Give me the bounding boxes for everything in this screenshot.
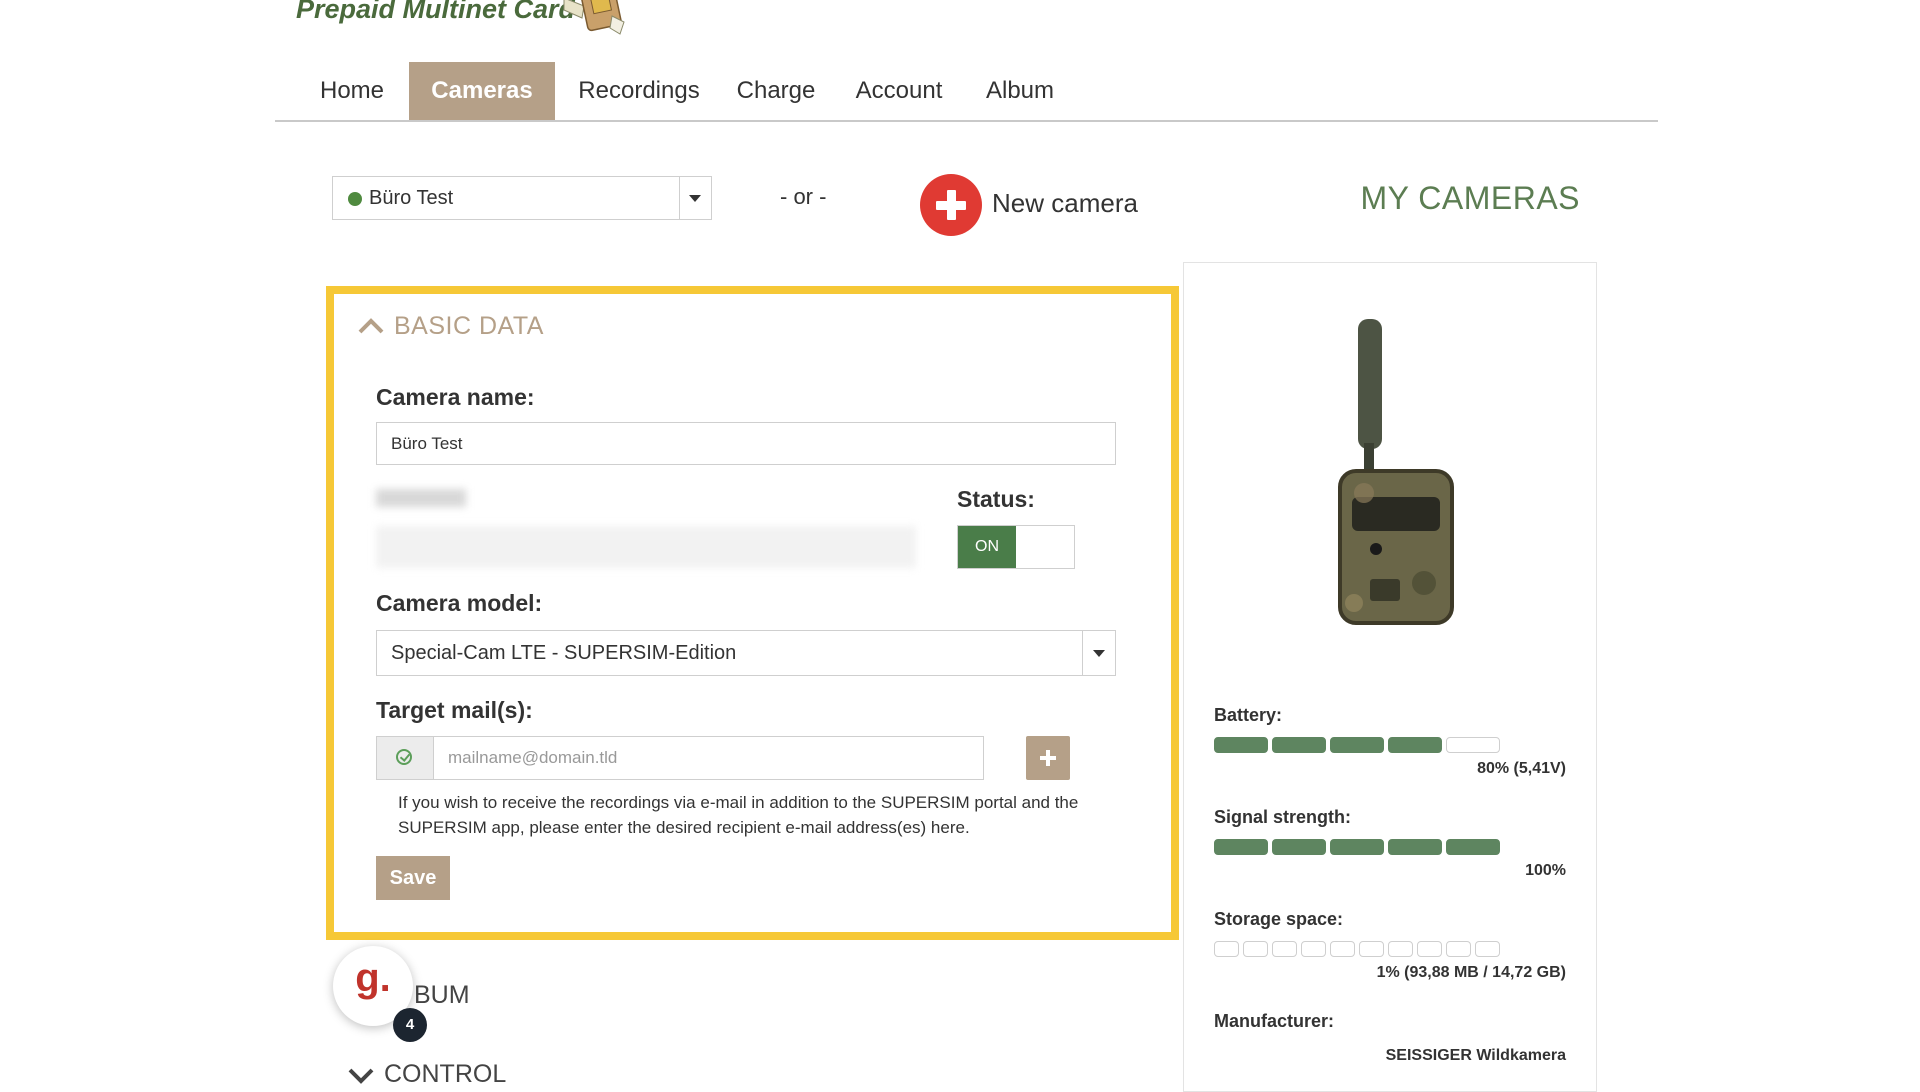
battery-segment <box>1214 737 1268 753</box>
storage-segment <box>1446 941 1471 957</box>
camera-info-card: Battery: 80% (5,41V) Signal strength: 10… <box>1183 262 1597 1092</box>
storage-segment <box>1243 941 1268 957</box>
status-on-label: ON <box>958 526 1016 568</box>
plus-circle-icon <box>920 174 982 236</box>
redacted-label <box>376 489 466 507</box>
storage-segment <box>1301 941 1326 957</box>
chevron-down-icon <box>689 195 701 202</box>
tab-home[interactable]: Home <box>301 62 403 120</box>
camera-model-toggle[interactable] <box>1082 631 1115 675</box>
tab-account[interactable]: Account <box>839 62 959 120</box>
main-navigation: Home Cameras Recordings Charge Account A… <box>275 62 1658 122</box>
storage-segment <box>1475 941 1500 957</box>
page-title: MY CAMERAS <box>1360 180 1580 216</box>
signal-segment <box>1272 839 1326 855</box>
chevron-up-icon[interactable] <box>356 314 386 338</box>
battery-segment <box>1446 737 1500 753</box>
add-mail-button[interactable] <box>1026 736 1070 780</box>
notification-badge: 4 <box>393 1008 427 1042</box>
new-camera-label: New camera <box>992 188 1138 218</box>
new-camera-button[interactable]: New camera <box>920 174 1150 236</box>
tab-charge[interactable]: Charge <box>721 62 831 120</box>
signal-strength-value: 100% <box>1525 862 1566 879</box>
storage-segment <box>1417 941 1442 957</box>
basic-data-title[interactable]: BASIC DATA <box>394 312 544 341</box>
signal-segment <box>1330 839 1384 855</box>
save-button[interactable]: Save <box>376 856 450 900</box>
signal-segment <box>1388 839 1442 855</box>
target-mail-input[interactable] <box>433 736 984 780</box>
camera-name-input[interactable]: Büro Test <box>376 422 1116 465</box>
or-separator: - or - <box>780 184 827 209</box>
sim-card-logo-icon <box>563 0 625 35</box>
tab-album[interactable]: Album <box>969 62 1071 120</box>
camera-model-label: Camera model: <box>376 590 543 616</box>
album-section-title[interactable]: BUM <box>414 981 470 1010</box>
battery-segment <box>1272 737 1326 753</box>
camera-select-value: Büro Test <box>369 187 454 209</box>
chat-widget-button[interactable]: g. 4 <box>333 946 427 1042</box>
storage-segment <box>1359 941 1384 957</box>
storage-space-value: 1% (93,88 MB / 14,72 GB) <box>1376 964 1566 981</box>
battery-value: 80% (5,41V) <box>1477 760 1566 777</box>
target-mail-help-text: If you wish to receive the recordings vi… <box>398 793 1079 837</box>
storage-segment <box>1388 941 1413 957</box>
storage-segment <box>1272 941 1297 957</box>
target-mail-label: Target mail(s): <box>376 697 533 723</box>
status-toggle[interactable]: ON <box>957 525 1075 569</box>
chat-logo-icon: g. <box>355 956 391 1000</box>
basic-data-panel: BASIC DATA Camera name: Büro Test Status… <box>326 286 1179 940</box>
manufacturer-label: Manufacturer: <box>1214 1011 1335 1031</box>
signal-segment <box>1214 839 1268 855</box>
camera-image <box>1224 293 1564 673</box>
control-section-title[interactable]: CONTROL <box>384 1060 506 1089</box>
tab-recordings[interactable]: Recordings <box>565 62 713 120</box>
battery-segment <box>1330 737 1384 753</box>
status-label: Status: <box>957 486 1035 512</box>
camera-name-label: Camera name: <box>376 384 535 410</box>
mail-addon <box>376 736 434 780</box>
storage-segment <box>1214 941 1239 957</box>
signal-segment <box>1446 839 1500 855</box>
storage-space-label: Storage space: <box>1214 909 1344 929</box>
camera-select-toggle[interactable] <box>679 177 711 219</box>
check-circle-icon <box>396 749 412 765</box>
chevron-down-icon <box>1093 650 1105 657</box>
tab-cameras[interactable]: Cameras <box>409 62 555 120</box>
camera-status-dot <box>348 192 362 206</box>
battery-segment <box>1388 737 1442 753</box>
storage-segment <box>1330 941 1355 957</box>
logo-text: Prepaid Multinet Card <box>296 0 576 24</box>
chevron-down-icon[interactable] <box>346 1064 376 1088</box>
camera-model-select[interactable]: Special-Cam LTE - SUPERSIM-Edition <box>376 630 1116 676</box>
signal-strength-label: Signal strength: <box>1214 807 1352 827</box>
battery-label: Battery: <box>1214 705 1283 725</box>
manufacturer-value: SEISSIGER Wildkamera <box>1385 1047 1566 1064</box>
camera-select[interactable]: Büro Test <box>332 176 712 220</box>
redacted-field <box>376 526 916 568</box>
camera-model-value: Special-Cam LTE - SUPERSIM-Edition <box>391 642 737 664</box>
